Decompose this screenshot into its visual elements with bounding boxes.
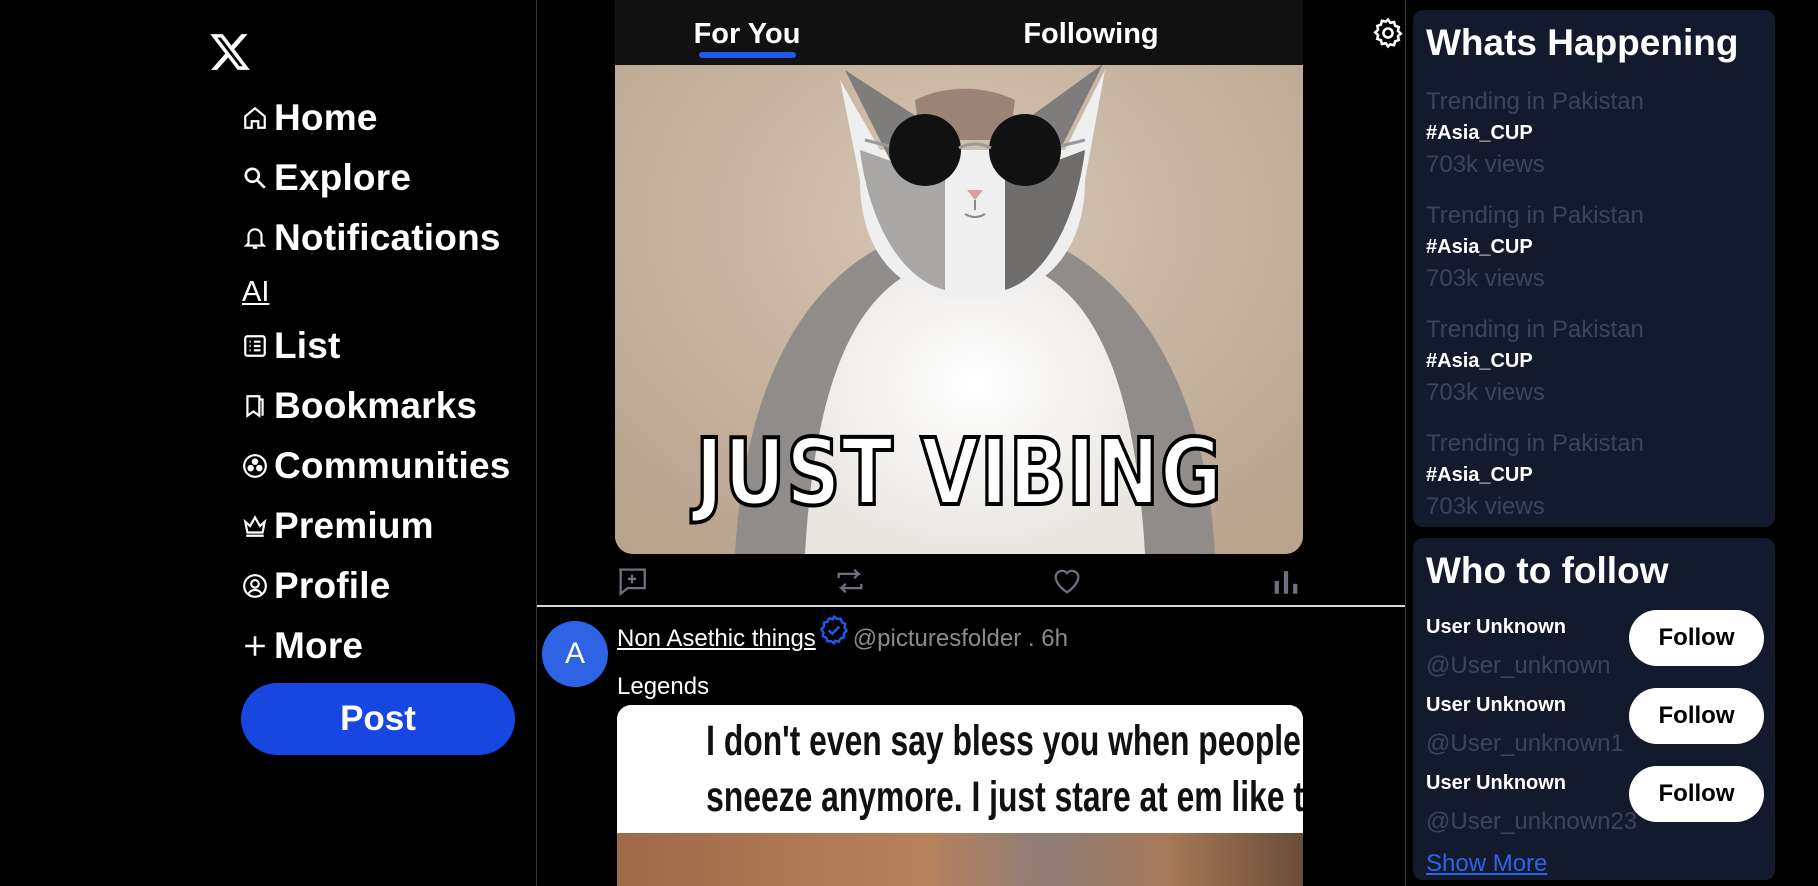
trend-views: 703k views (1426, 265, 1545, 292)
tab-following-label: Following (1023, 18, 1159, 50)
nav-profile-label: Profile (274, 565, 391, 606)
repost-icon[interactable] (833, 564, 867, 598)
follow-suggestion: User Unknown @User_unknown Follow (1426, 610, 1766, 688)
show-more-link[interactable]: Show More (1426, 850, 1547, 878)
trend-context: Trending in Pakistan (1426, 202, 1644, 229)
follow-button[interactable]: Follow (1629, 688, 1764, 744)
meme-photo (617, 833, 1303, 886)
nav-more-label: More (274, 625, 364, 666)
main-nav: Home Explore Notifications AI List Bookm… (242, 88, 511, 676)
communities-icon (242, 450, 274, 482)
tab-following[interactable]: Following (879, 0, 1303, 65)
like-heart-icon[interactable] (1050, 564, 1084, 598)
nav-communities-label: Communities (274, 445, 511, 486)
trend-views: 703k views (1426, 493, 1545, 520)
nav-profile[interactable]: Profile (242, 556, 511, 616)
left-sidebar: Home Explore Notifications AI List Bookm… (0, 0, 536, 886)
trend-context: Trending in Pakistan (1426, 430, 1644, 457)
meme-line-1: I don't even say bless you when people (706, 717, 1301, 765)
trend-views: 703k views (1426, 151, 1545, 178)
list-icon (242, 330, 274, 362)
feed-tabs: For You Following (615, 0, 1303, 65)
nav-list[interactable]: List (242, 316, 511, 376)
who-to-follow-panel: Who to follow User Unknown @User_unknown… (1413, 538, 1775, 880)
follow-button[interactable]: Follow (1629, 766, 1764, 822)
trend-item[interactable]: Trending in Pakistan #Asia_CUP 703k view… (1426, 430, 1756, 521)
post-actions (615, 560, 1303, 602)
verified-badge-icon (819, 614, 848, 646)
search-icon (242, 162, 274, 194)
trend-context: Trending in Pakistan (1426, 88, 1644, 115)
analytics-icon[interactable] (1269, 564, 1303, 598)
nav-notifications[interactable]: Notifications (242, 208, 511, 268)
nav-explore-label: Explore (274, 157, 412, 198)
nav-more[interactable]: More (242, 616, 511, 676)
nav-ai[interactable]: AI (242, 268, 511, 316)
follow-suggestion: User Unknown @User_unknown23 Follow (1426, 766, 1766, 844)
post-image-meme[interactable]: I don't even say bless you when people s… (617, 705, 1303, 886)
who-to-follow-title: Who to follow (1426, 550, 1669, 591)
home-icon (242, 102, 274, 134)
follow-user-handle: @User_unknown (1426, 652, 1611, 679)
active-tab-indicator (698, 52, 796, 58)
tweet-header: Non Asethic things @picturesfolder . 6h (617, 614, 1068, 653)
trend-item[interactable]: Trending in Pakistan #Asia_CUP 703k view… (1426, 202, 1756, 293)
nav-home[interactable]: Home (242, 88, 511, 148)
tweet-handle-time: @picturesfolder . 6h (852, 625, 1068, 652)
whats-happening-title: Whats Happening (1426, 22, 1739, 63)
trend-context: Trending in Pakistan (1426, 316, 1644, 343)
post-button[interactable]: Post (241, 683, 515, 755)
follow-button[interactable]: Follow (1629, 610, 1764, 666)
nav-premium[interactable]: Premium (242, 496, 511, 556)
image-caption: JUST VIBING (694, 417, 1224, 528)
nav-bookmarks-label: Bookmarks (274, 385, 478, 426)
trend-item[interactable]: Trending in Pakistan #Asia_CUP 703k view… (1426, 88, 1756, 179)
bell-icon (242, 222, 274, 254)
nav-communities[interactable]: Communities (242, 436, 511, 496)
settings-gear-icon[interactable] (1371, 16, 1405, 50)
follow-user-name: User Unknown (1426, 616, 1567, 638)
nav-explore[interactable]: Explore (242, 148, 511, 208)
follow-suggestion: User Unknown @User_unknown1 Follow (1426, 688, 1766, 766)
nav-list-label: List (274, 325, 341, 366)
nav-premium-label: Premium (274, 505, 434, 546)
bookmark-icon (242, 390, 274, 422)
feed: JUST VIBING For You Following A Non Aset… (536, 0, 1406, 886)
nav-bookmarks[interactable]: Bookmarks (242, 376, 511, 436)
trend-views: 703k views (1426, 379, 1545, 406)
meme-text: I don't even say bless you when people s… (706, 713, 1303, 825)
trend-tag: #Asia_CUP (1426, 236, 1533, 258)
plus-icon (242, 630, 274, 662)
follow-user-handle: @User_unknown23 (1426, 808, 1638, 835)
nav-ai-link[interactable]: AI (242, 276, 269, 309)
nav-notifications-label: Notifications (274, 217, 501, 258)
post-image-cat[interactable]: JUST VIBING (615, 0, 1303, 554)
trend-tag: #Asia_CUP (1426, 464, 1533, 486)
tweet-text: Legends (617, 673, 710, 700)
trend-tag: #Asia_CUP (1426, 350, 1533, 372)
tweet-author-name[interactable]: Non Asethic things (617, 625, 816, 653)
avatar[interactable]: A (542, 621, 608, 687)
nav-home-label: Home (274, 97, 378, 138)
follow-user-name: User Unknown (1426, 772, 1567, 794)
tab-for-you[interactable]: For You (615, 0, 879, 65)
meme-line-2: sneeze anymore. I just stare at em like … (706, 773, 1303, 821)
x-logo-icon[interactable] (208, 30, 252, 74)
trend-tag: #Asia_CUP (1426, 122, 1533, 144)
whats-happening-panel: Whats Happening Trending in Pakistan #As… (1413, 10, 1775, 527)
post-divider (537, 605, 1405, 607)
reply-icon[interactable] (615, 564, 649, 598)
crown-icon (242, 510, 274, 542)
trend-item[interactable]: Trending in Pakistan #Asia_CUP 703k view… (1426, 316, 1756, 407)
profile-icon (242, 570, 274, 602)
tab-for-you-label: For You (693, 18, 801, 50)
follow-user-name: User Unknown (1426, 694, 1567, 716)
follow-user-handle: @User_unknown1 (1426, 730, 1624, 757)
